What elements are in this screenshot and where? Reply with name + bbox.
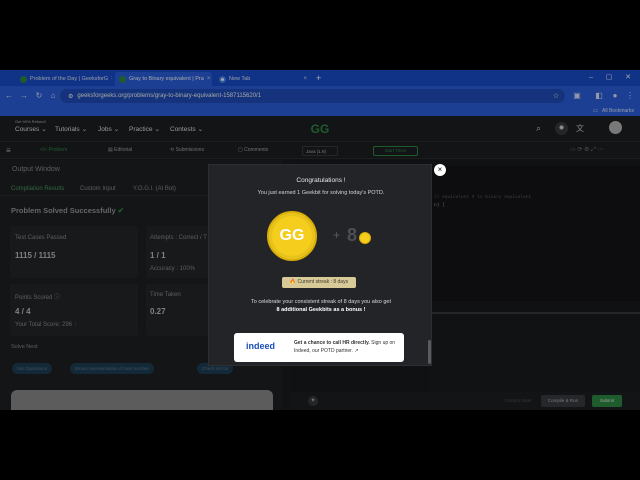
plus-sign: + [333,228,341,242]
small-coin-icon [359,232,371,244]
modal-close-button[interactable]: × [434,164,446,176]
indeed-ad[interactable]: indeed Get a chance to call HR directly.… [234,333,404,362]
external-link-icon: ↗ [354,348,359,354]
bonus-count: 8 [347,225,358,245]
modal-scrollbar[interactable] [428,340,431,364]
bonus-text: 8 additional Geekbits as a bonus ! [276,307,366,313]
geekbit-coin-icon: GG [267,211,317,261]
ad-headline: Get a chance to call HR directly. [294,340,370,346]
fire-icon: 🔥 [289,279,297,285]
coin-logo: GG [279,227,305,244]
ad-text: Get a chance to call HR directly. Sign u… [294,339,402,355]
congratulations-modal: Congratulations ! You just earned 1 Geek… [208,164,432,366]
screen: Problem of the Day | GeeksforG × Gray to… [0,70,640,410]
modal-subtitle: You just earned 1 Geekbit for solving to… [257,190,385,196]
modal-title: Congratulations ! [296,177,346,184]
streak-badge: 🔥 Current streak : 8 days [282,277,356,288]
streak-text: Current streak : 8 days [297,279,349,285]
celebrate-text: To celebrate your consistent streak of 8… [250,299,392,305]
indeed-logo: indeed [246,341,276,351]
